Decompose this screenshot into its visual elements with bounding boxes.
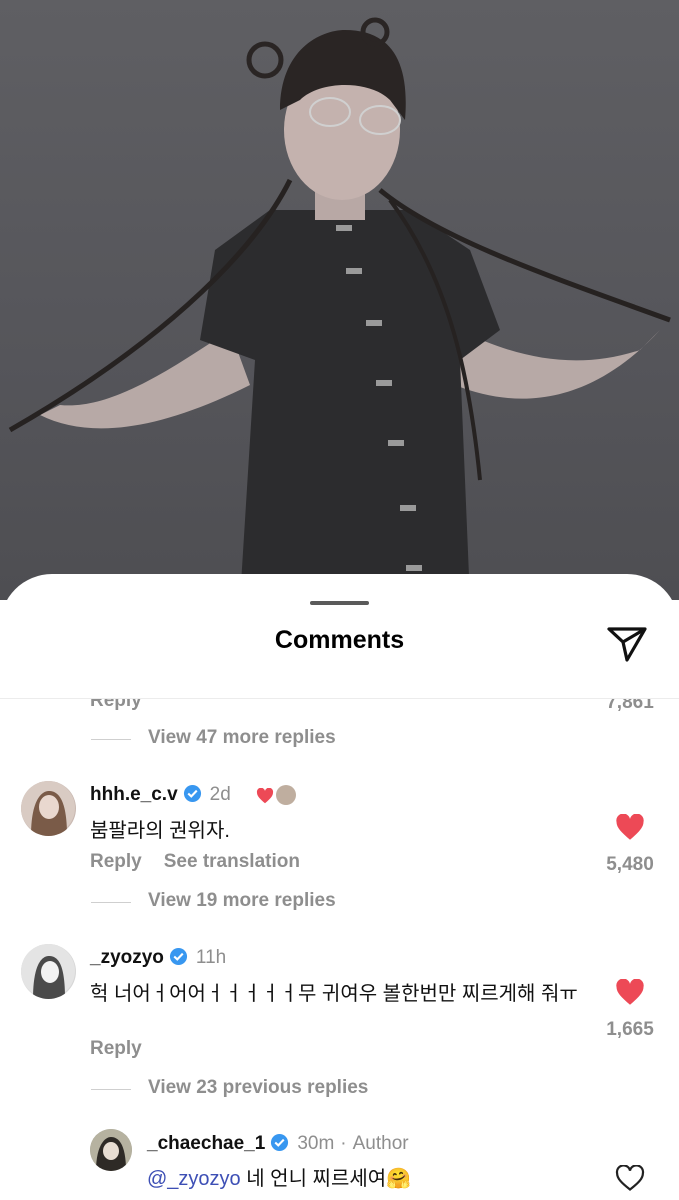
comment-actions: Reply See translation (90, 851, 300, 873)
comment-text: 헉 너어ㅓ어어ㅓㅓㅓㅓㅓ무 귀여우 볼한번만 찌르게해 줘ㅠ (90, 983, 578, 1005)
comment-time: 2d (209, 784, 231, 805)
reply-time: 30m (297, 1133, 335, 1154)
avatar[interactable] (21, 944, 76, 999)
share-icon[interactable] (605, 624, 649, 664)
heart-icon[interactable] (615, 814, 645, 841)
view-more-replies[interactable]: View 19 more replies (148, 890, 336, 912)
sheet-title: Comments (274, 626, 405, 654)
reply-text: @_zyozyo 네 언니 찌르세여🤗 (147, 1168, 412, 1190)
comment-actions: Reply (90, 1038, 142, 1060)
comments-list[interactable]: Reply 7,861 View 47 more replies hhh.e_c… (0, 699, 679, 1200)
comment-time: 11h (195, 947, 227, 968)
thread-line (91, 739, 131, 740)
post-photo (0, 0, 679, 600)
view-more-replies[interactable]: View 47 more replies (148, 727, 336, 749)
partial-like-count: 7,861 (606, 699, 654, 713)
avatar[interactable] (90, 1129, 132, 1171)
drag-handle[interactable] (310, 601, 369, 605)
mention-link[interactable]: @_zyozyo (147, 1168, 241, 1190)
post-image (8, 17, 671, 600)
author-mini-avatar (276, 785, 296, 805)
avatar[interactable] (21, 781, 76, 836)
author-tag: Author (352, 1133, 409, 1154)
reply-button[interactable]: Reply (90, 1038, 142, 1059)
partial-reply-link[interactable]: Reply (90, 699, 142, 712)
heart-outline-icon[interactable] (615, 1165, 645, 1192)
like-count: 1,665 (606, 1019, 654, 1040)
comment-username[interactable]: hhh.e_c.v 2d (90, 784, 231, 806)
heart-icon[interactable] (615, 979, 645, 1006)
comments-sheet: Comments Reply 7,861 View 47 more replie… (0, 574, 679, 1200)
reply-button[interactable]: Reply (90, 851, 142, 872)
see-translation-button[interactable]: See translation (164, 851, 300, 872)
author-tag-separator: · (340, 1133, 347, 1154)
view-previous-replies[interactable]: View 23 previous replies (148, 1077, 368, 1099)
comment-text: 붐팔라의 권위자. (90, 820, 230, 842)
like-count: 5,480 (606, 854, 654, 875)
liked-by-author-heart-icon (256, 788, 274, 804)
verified-badge-icon (169, 947, 187, 966)
thread-line (91, 902, 131, 903)
thread-line (91, 1089, 131, 1090)
comment-username[interactable]: _zyozyo 11h (90, 947, 226, 969)
reply-username[interactable]: _chaechae_1 30m · Author (147, 1133, 409, 1155)
verified-badge-icon (183, 784, 201, 803)
verified-badge-icon (271, 1133, 289, 1152)
